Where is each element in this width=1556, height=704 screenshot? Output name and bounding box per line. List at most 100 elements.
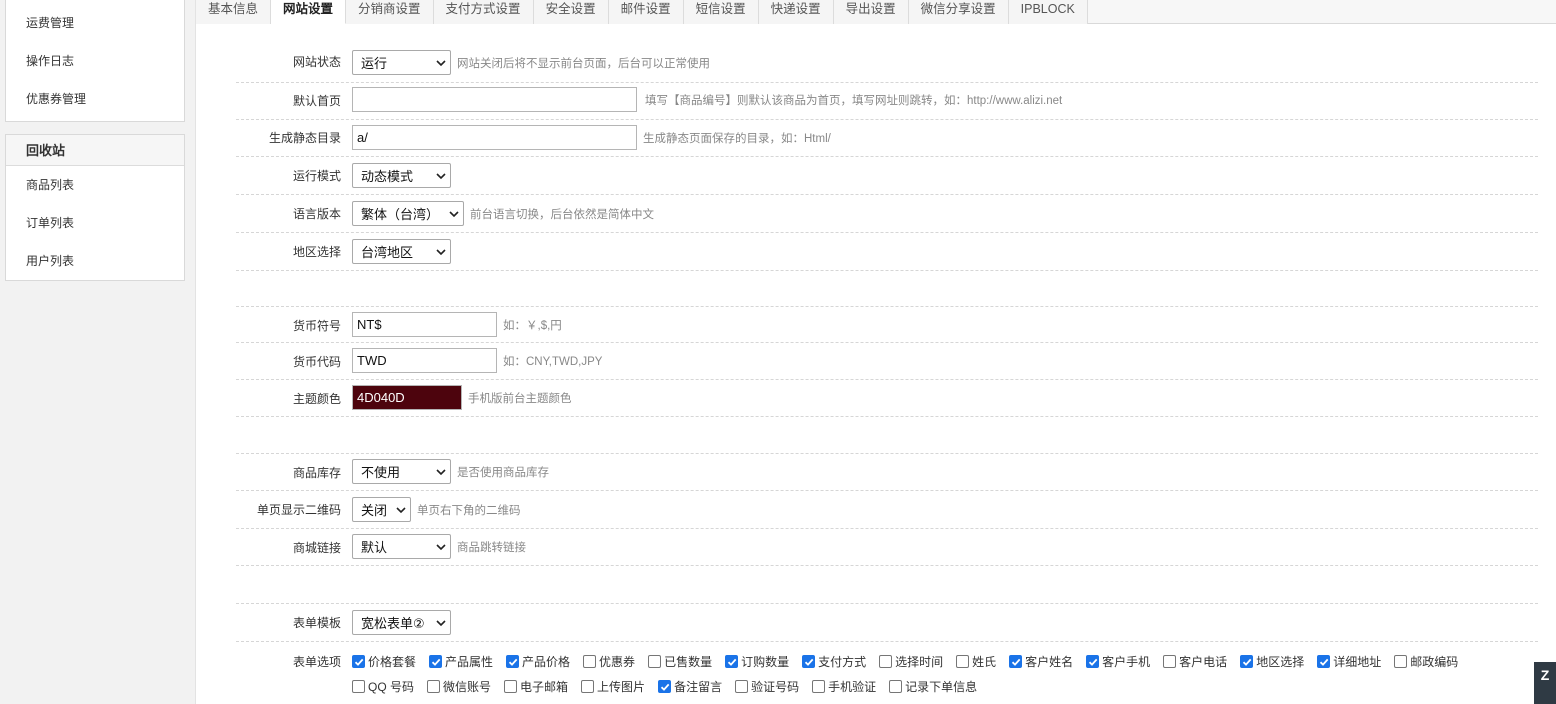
form-option-checkbox[interactable]: 上传图片	[581, 678, 645, 695]
form-template-select[interactable]: 宽松表单②	[352, 610, 451, 635]
form-option-checkbox[interactable]: 电子邮箱	[504, 678, 568, 695]
form-option-checkbox[interactable]: 支付方式	[802, 653, 866, 670]
tab-distributor[interactable]: 分销商设置	[346, 0, 434, 24]
checkbox-unchecked-icon[interactable]	[1163, 655, 1177, 668]
tab-sms[interactable]: 短信设置	[683, 0, 759, 24]
tab-basic-info[interactable]: 基本信息	[196, 0, 272, 24]
default-home-input[interactable]	[352, 87, 637, 112]
form-option-label: 价格套餐	[368, 655, 417, 669]
checkbox-checked-icon[interactable]	[429, 655, 443, 668]
mall-link-select[interactable]: 默认	[352, 534, 451, 559]
form-option-checkbox[interactable]: 客户姓名	[1009, 653, 1073, 670]
checkbox-checked-icon[interactable]	[1086, 655, 1100, 668]
form-option-checkbox[interactable]: 地区选择	[1240, 653, 1304, 670]
label-mall-link: 商城链接	[292, 541, 341, 555]
form-option-checkbox[interactable]: 订购数量	[725, 653, 789, 670]
site-status-select[interactable]: 运行	[352, 50, 451, 75]
scroll-to-top-button[interactable]: Z	[1534, 662, 1556, 704]
checkbox-unchecked-icon[interactable]	[812, 680, 826, 693]
form-option-checkbox[interactable]: 优惠券	[583, 653, 635, 670]
form-option-label: 验证号码	[751, 680, 800, 694]
checkbox-checked-icon[interactable]	[1240, 655, 1254, 668]
form-option-label: 产品价格	[522, 655, 571, 669]
form-option-checkbox[interactable]: 已售数量	[648, 653, 712, 670]
checkbox-checked-icon[interactable]	[725, 655, 739, 668]
form-option-checkbox[interactable]: 记录下单信息	[889, 678, 977, 695]
form-option-checkbox[interactable]: 微信账号	[427, 678, 491, 695]
tab-express[interactable]: 快递设置	[758, 0, 834, 24]
theme-color-input[interactable]: 4D040D	[352, 385, 462, 410]
checkbox-unchecked-icon[interactable]	[583, 655, 597, 668]
form-option-checkbox[interactable]: 验证号码	[735, 678, 799, 695]
checkbox-checked-icon[interactable]	[658, 680, 672, 693]
form-option-checkbox[interactable]: 产品价格	[506, 653, 570, 670]
checkbox-unchecked-icon[interactable]	[581, 680, 595, 693]
hint-site-status: 网站关闭后将不显示前台页面，后台可以正常使用	[457, 57, 710, 70]
checkbox-unchecked-icon[interactable]	[648, 655, 662, 668]
form-option-checkbox[interactable]: 手机验证	[812, 678, 876, 695]
sidebar-panel-settings: 运费管理 操作日志 优惠券管理	[5, 0, 185, 122]
sidebar-item-shipping-fee[interactable]: 运费管理	[6, 4, 184, 42]
hint-static-dir: 生成静态页面保存的目录，如：Html/	[643, 132, 831, 145]
form-option-checkbox[interactable]: 邮政编码	[1394, 653, 1458, 670]
form-option-label: 备注留言	[674, 680, 723, 694]
row-run-mode: 运行模式 动态模式	[236, 157, 1538, 195]
static-dir-input[interactable]: a/	[352, 125, 637, 150]
sidebar-item-order-list[interactable]: 订单列表	[6, 204, 184, 242]
sidebar-item-operation-log[interactable]: 操作日志	[6, 42, 184, 80]
checkbox-checked-icon[interactable]	[506, 655, 520, 668]
checkbox-checked-icon[interactable]	[352, 655, 365, 668]
checkbox-checked-icon[interactable]	[802, 655, 816, 668]
checkbox-unchecked-icon[interactable]	[956, 655, 970, 668]
checkbox-checked-icon[interactable]	[1317, 655, 1331, 668]
run-mode-select[interactable]: 动态模式	[352, 163, 451, 188]
label-currency-code: 货币代码	[292, 355, 341, 369]
currency-code-input[interactable]: TWD	[352, 348, 497, 373]
row-spacer	[236, 417, 1538, 454]
stock-select[interactable]: 不使用	[352, 459, 451, 484]
tab-ipblock[interactable]: IPBLOCK	[1008, 0, 1088, 24]
region-select[interactable]: 台湾地区	[352, 239, 451, 264]
form-template-value: 宽松表单②	[361, 616, 425, 631]
sidebar-item-user-list[interactable]: 用户列表	[6, 242, 184, 280]
hint-language: 前台语言切换，后台依然是简体中文	[470, 208, 654, 221]
form-option-checkbox[interactable]: 详细地址	[1317, 653, 1381, 670]
tab-export[interactable]: 导出设置	[833, 0, 909, 24]
qrcode-select[interactable]: 关闭	[352, 497, 411, 522]
currency-symbol-input[interactable]: NT$	[352, 312, 497, 337]
checkbox-unchecked-icon[interactable]	[879, 655, 893, 668]
form-option-checkbox[interactable]: 价格套餐	[352, 653, 416, 670]
hint-currency-code: 如：CNY,TWD,JPY	[503, 355, 603, 368]
tab-email[interactable]: 邮件设置	[608, 0, 684, 24]
chevron-down-icon	[436, 172, 446, 179]
language-select[interactable]: 繁体（台湾）	[352, 201, 464, 226]
checkbox-unchecked-icon[interactable]	[427, 680, 441, 693]
sidebar-item-product-list[interactable]: 商品列表	[6, 166, 184, 204]
form-option-checkbox[interactable]: 产品属性	[429, 653, 493, 670]
hint-qrcode: 单页右下角的二维码	[417, 504, 521, 517]
tab-payment[interactable]: 支付方式设置	[433, 0, 534, 24]
language-value: 繁体（台湾）	[361, 207, 440, 222]
row-theme-color: 主题颜色 4D040D 手机版前台主题颜色	[236, 380, 1538, 417]
form-option-checkbox[interactable]: 姓氏	[956, 653, 996, 670]
form-option-checkbox[interactable]: 备注留言	[658, 678, 722, 695]
form-option-label: 优惠券	[599, 655, 636, 669]
form-option-checkbox[interactable]: 客户电话	[1163, 653, 1227, 670]
form-option-label: 选择时间	[895, 655, 944, 669]
form-option-checkbox[interactable]: QQ 号码	[352, 678, 414, 695]
hint-mall-link: 商品跳转链接	[457, 541, 526, 554]
sidebar-item-coupon[interactable]: 优惠券管理	[6, 80, 184, 118]
checkbox-unchecked-icon[interactable]	[735, 680, 749, 693]
tab-site-settings[interactable]: 网站设置	[271, 0, 347, 24]
tab-security[interactable]: 安全设置	[533, 0, 609, 24]
checkbox-unchecked-icon[interactable]	[1394, 655, 1408, 668]
form-option-checkbox[interactable]: 客户手机	[1086, 653, 1150, 670]
checkbox-unchecked-icon[interactable]	[504, 680, 518, 693]
tab-wechat-share[interactable]: 微信分享设置	[908, 0, 1009, 24]
sidebar: 运费管理 操作日志 优惠券管理 回收站 商品列表 订单列表 用户列表	[0, 0, 190, 704]
form-option-checkbox[interactable]: 选择时间	[879, 653, 943, 670]
checkbox-checked-icon[interactable]	[1009, 655, 1023, 668]
checkbox-unchecked-icon[interactable]	[352, 680, 365, 693]
label-default-home: 默认首页	[292, 94, 341, 108]
checkbox-unchecked-icon[interactable]	[889, 680, 903, 693]
